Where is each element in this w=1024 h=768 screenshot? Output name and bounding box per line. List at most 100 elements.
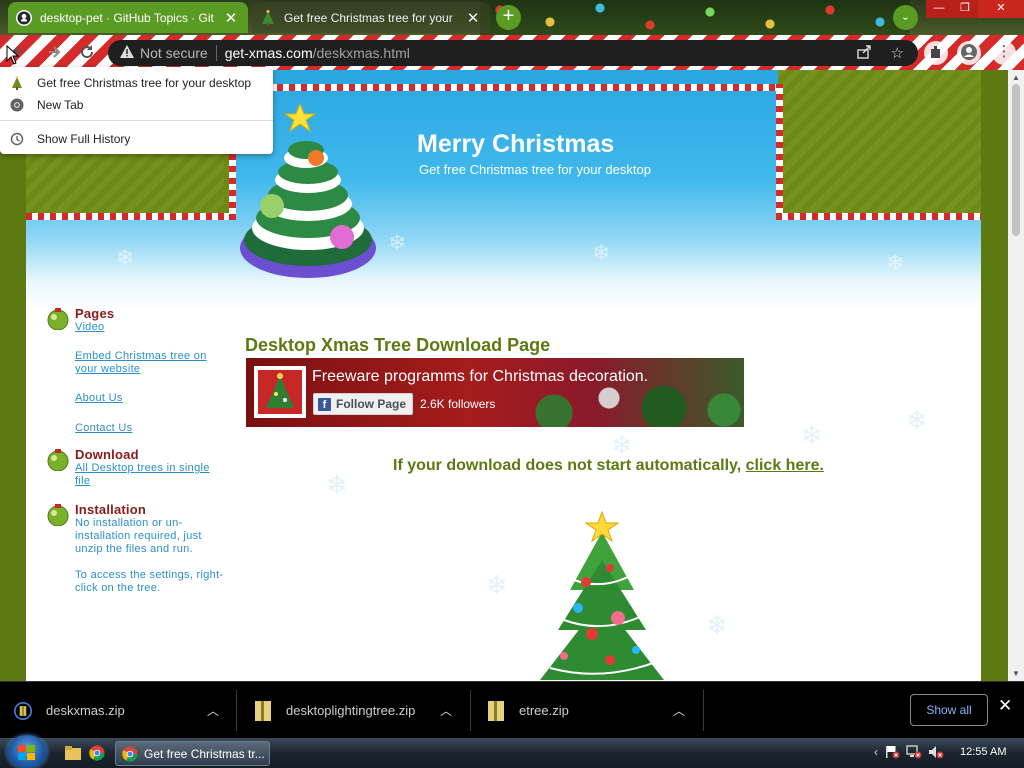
url-host: get-xmas.com	[224, 45, 313, 61]
windows-logo-icon	[18, 745, 35, 760]
chrome-icon	[122, 746, 138, 762]
download-notice-text: If your download does not start automati…	[393, 457, 746, 474]
follow-page-button[interactable]: f Follow Page	[313, 393, 414, 415]
sidebar-link-video[interactable]: Video	[75, 321, 226, 334]
sidebar-link-about-us[interactable]: About Us	[75, 392, 226, 405]
history-item-label: New Tab	[37, 98, 84, 112]
restore-button[interactable]: ❐	[952, 0, 978, 18]
minimize-button[interactable]: —	[926, 0, 952, 18]
extensions-icon[interactable]	[924, 41, 948, 65]
sidebar: Pages Video Embed Christmas tree on your…	[46, 306, 226, 603]
sidebar-heading-pages: Pages	[75, 306, 115, 321]
browser-toolbar: Not secure get-xmas.com /deskxmas.html ☆…	[0, 35, 1024, 70]
sidebar-section-download: Download All Desktop trees in single fil…	[46, 447, 226, 488]
sidebar-link-embed[interactable]: Embed Christmas tree on your website	[75, 350, 226, 376]
download-item[interactable]: deskxmas.zip ︿	[14, 682, 234, 739]
scroll-up-arrow-icon[interactable]: ▲	[1012, 73, 1020, 82]
profile-avatar-icon[interactable]	[957, 41, 981, 65]
bookmark-star-icon[interactable]: ☆	[891, 44, 904, 62]
url-path: /deskxmas.html	[312, 45, 410, 61]
chrome-icon[interactable]	[88, 745, 106, 761]
tab-get-free-christmas-tree[interactable]: Get free Christmas tree for your ✕	[252, 2, 490, 33]
page-viewport: ❄ ❄ ❄ ❄ ❄ ❄ ❄ ❄ ❄ ❄ Merry Christmas Get …	[0, 70, 1024, 681]
chevron-up-icon[interactable]: ︿	[207, 702, 219, 719]
divider	[236, 690, 237, 731]
show-all-downloads-button[interactable]: Show all	[910, 694, 988, 726]
start-button[interactable]	[7, 735, 47, 768]
page-heading: Desktop Xmas Tree Download Page	[245, 335, 551, 355]
download-item[interactable]: etree.zip ︿	[487, 682, 697, 739]
scroll-down-arrow-icon[interactable]: ▼	[1012, 669, 1020, 678]
back-history-menu: Get free Christmas tree for your desktop…	[0, 67, 273, 154]
facebook-page-name[interactable]: Freeware programms for Christmas decorat…	[312, 368, 648, 386]
divider	[703, 690, 704, 731]
chevron-up-icon[interactable]: ︿	[673, 702, 685, 719]
download-item[interactable]: desktoplightingtree.zip ︿	[254, 682, 464, 739]
xmas-tree-favicon	[260, 9, 276, 26]
reload-button[interactable]	[75, 41, 99, 65]
forward-button[interactable]	[42, 41, 66, 65]
ornament-bullet-icon	[47, 504, 69, 526]
installation-text: No installation or un-installation requi…	[75, 517, 202, 555]
download-filename: desktoplightingtree.zip	[286, 703, 416, 718]
sidebar-heading-download: Download	[75, 447, 139, 462]
zip-file-icon	[488, 700, 504, 721]
sidebar-section-installation: Installation No installation or un-insta…	[46, 502, 226, 595]
taskbar-window-chrome[interactable]: Get free Christmas tr...	[115, 741, 270, 766]
snowflake-icon: ❄	[592, 240, 611, 265]
show-full-history-label: Show Full History	[37, 132, 131, 146]
christmas-lights-theme	[480, 0, 910, 35]
candy-cane-border	[229, 84, 783, 91]
tray-expand-icon[interactable]: ‹	[874, 745, 878, 759]
share-icon[interactable]	[857, 44, 872, 62]
facebook-page-widget[interactable]: Freeware programms for Christmas decorat…	[246, 358, 744, 427]
followers-count: 2.6K followers	[420, 397, 496, 411]
volume-muted-icon[interactable]	[928, 745, 944, 759]
history-item[interactable]: New Tab	[0, 94, 273, 116]
tab-search-button[interactable]: ⌄	[893, 5, 918, 30]
new-tab-button[interactable]: +	[496, 5, 521, 30]
snowflake-icon: ❄	[388, 230, 407, 255]
warning-icon[interactable]	[120, 45, 134, 61]
network-icon[interactable]	[906, 745, 922, 759]
folder-icon[interactable]	[64, 745, 82, 761]
taskbar-clock[interactable]: 12:55 AM	[960, 746, 1006, 758]
tab-github-topics[interactable]: desktop-pet · GitHub Topics · Git ✕	[8, 2, 248, 33]
vertical-scrollbar[interactable]: ▲ ▼	[1008, 70, 1024, 681]
show-full-history-item[interactable]: Show Full History	[0, 128, 273, 150]
downloads-shelf: deskxmas.zip ︿ desktoplightingtree.zip ︿…	[0, 681, 1024, 738]
zip-file-icon	[14, 701, 32, 720]
action-center-flag-icon[interactable]	[884, 745, 900, 759]
menu-divider	[0, 120, 273, 121]
address-bar[interactable]: Not secure get-xmas.com /deskxmas.html ☆	[108, 40, 918, 66]
tab-title: desktop-pet · GitHub Topics · Git	[40, 10, 214, 25]
close-window-button[interactable]: ✕	[978, 0, 1024, 18]
sidebar-link-contact-us[interactable]: Contact Us	[75, 422, 226, 435]
sidebar-link-all-trees[interactable]: All Desktop trees in single file	[75, 462, 226, 488]
click-here-link[interactable]: click here.	[746, 457, 824, 474]
tab-close-icon[interactable]: ✕	[464, 9, 482, 27]
xmas-tree-favicon	[10, 76, 24, 90]
menu-kebab-icon[interactable]: ⋮	[992, 41, 1016, 65]
site-title: Merry Christmas	[417, 130, 615, 158]
history-item[interactable]: Get free Christmas tree for your desktop	[0, 72, 273, 94]
facebook-page-thumbnail[interactable]	[254, 366, 306, 418]
decor-stripe-right	[778, 70, 981, 220]
github-icon	[16, 9, 32, 26]
download-notice: If your download does not start automati…	[393, 457, 824, 475]
history-clock-icon	[10, 132, 24, 146]
web-page: ❄ ❄ ❄ ❄ ❄ ❄ ❄ ❄ ❄ ❄ Merry Christmas Get …	[26, 70, 981, 681]
window-controls: — ❐ ✕	[926, 0, 1024, 18]
follow-page-label: Follow Page	[336, 397, 407, 411]
ornament-bullet-icon	[47, 449, 69, 471]
security-label[interactable]: Not secure	[140, 45, 217, 61]
snowflake-icon: ❄	[886, 250, 905, 275]
history-item-label: Get free Christmas tree for your desktop	[37, 76, 252, 90]
download-filename: deskxmas.zip	[46, 703, 125, 718]
scrollbar-thumb[interactable]	[1012, 84, 1020, 236]
settings-hint-text: To access the settings, right-click on t…	[75, 569, 224, 594]
close-shelf-icon[interactable]: ✕	[998, 696, 1012, 716]
chevron-up-icon[interactable]: ︿	[440, 702, 452, 719]
sidebar-heading-installation: Installation	[75, 502, 147, 517]
tab-close-icon[interactable]: ✕	[222, 9, 240, 27]
